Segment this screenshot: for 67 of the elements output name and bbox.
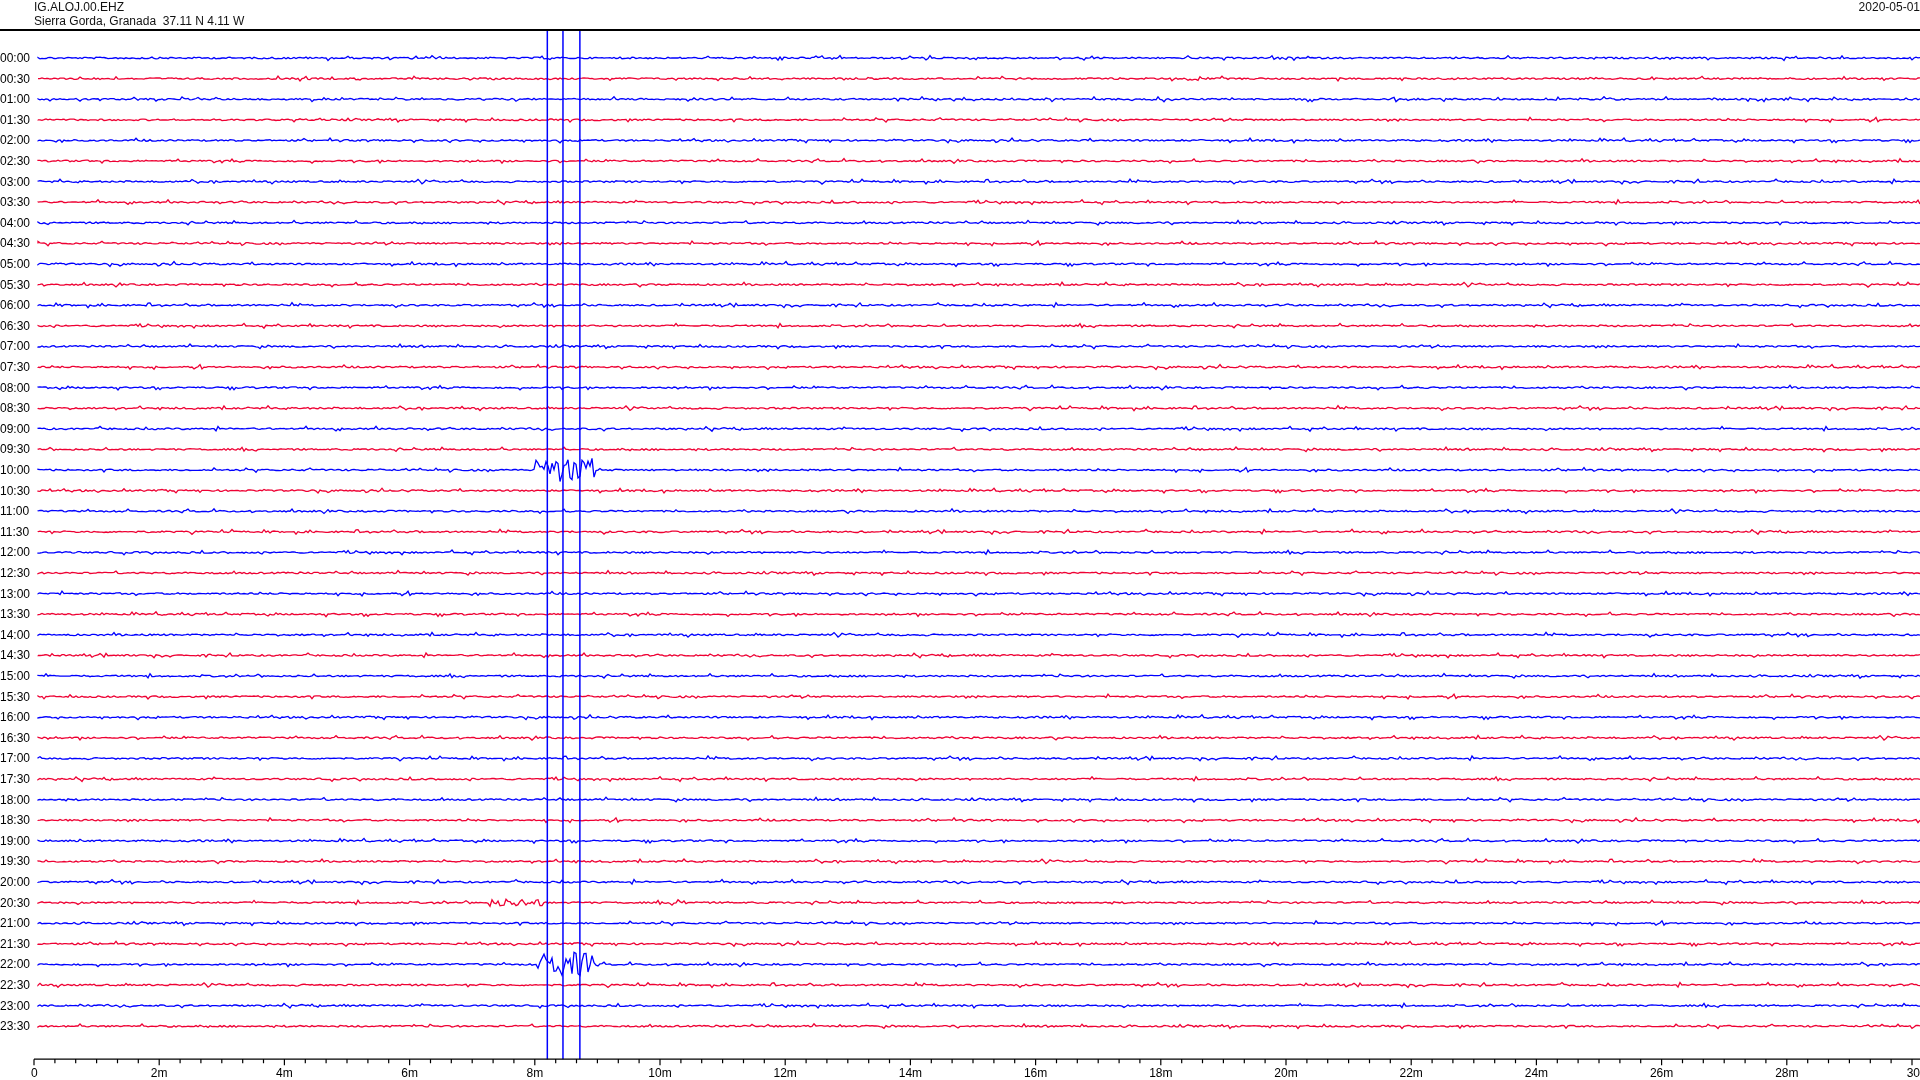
time-label: 11:30 [0,524,30,539]
time-label: 19:30 [0,854,31,869]
time-label: 21:30 [0,936,31,951]
axis-tick-label: 18m [1149,1066,1173,1078]
time-label: 13:00 [0,586,31,601]
time-label: 14:00 [0,627,31,642]
axis-tick-label: 16m [1023,1066,1048,1078]
time-label: 23:00 [0,998,31,1013]
axis-tick-label: 10m [648,1066,672,1078]
time-label: 02:00 [0,133,31,148]
time-label: 06:00 [0,298,31,313]
station-location: Sierra Gorda, Granada 37.11 N 4.11 W [34,14,245,28]
time-label: 02:30 [0,154,31,168]
time-label: 10:30 [0,483,31,498]
time-label: 04:30 [0,236,31,251]
time-label: 13:30 [0,607,31,622]
time-label: 17:00 [0,751,31,766]
axis-tick-label: 8m [526,1066,544,1078]
time-label: 01:30 [0,112,31,127]
axis-tick-label: 22m [1399,1066,1423,1078]
time-label: 05:30 [0,277,31,292]
time-label: 00:30 [0,71,31,86]
time-label: 16:30 [0,730,31,745]
time-label: 07:30 [0,360,31,374]
time-label: 20:00 [0,875,31,889]
axis-tick-label: 12m [773,1066,797,1078]
time-label: 05:00 [0,257,31,271]
time-label: 00:00 [0,51,31,65]
time-label: 03:30 [0,195,31,210]
time-label: 08:30 [0,401,31,416]
time-label: 08:00 [0,380,31,395]
time-label: 22:00 [0,957,31,972]
time-label: 11:00 [0,504,30,519]
axis-tick-label: 6m [401,1066,418,1078]
channel-code: IG.ALOJ.00.EHZ [34,0,126,14]
time-label: 01:00 [0,92,31,107]
time-label: 16:00 [0,710,31,725]
time-label: 15:00 [0,669,31,683]
axis-tick-label: 0 [31,1066,38,1078]
time-label: 10:00 [0,463,31,477]
time-label: 21:00 [0,916,31,931]
axis-tick-label: 20m [1274,1066,1298,1078]
axis-tick-label: 30 [1906,1066,1920,1078]
time-label: 09:00 [0,421,31,436]
axis-tick-label: 2m [150,1066,168,1078]
axis-tick-label: 14m [898,1066,923,1078]
time-label: 03:00 [0,174,31,189]
time-label: 18:30 [0,813,31,828]
time-label: 17:30 [0,772,31,786]
time-label: 22:30 [0,978,31,992]
time-label: 09:30 [0,442,31,457]
time-label: 14:30 [0,648,31,663]
axis-tick-label: 24m [1524,1066,1549,1078]
axis-tick-label: 26m [1649,1066,1674,1078]
time-label: 07:00 [0,339,31,354]
time-label: 19:00 [0,833,31,848]
time-label: 15:30 [0,689,31,704]
time-label: 06:30 [0,318,31,333]
time-label: 23:30 [0,1019,31,1034]
plot-date: 2020-05-01 [1858,0,1920,16]
time-label: 12:00 [0,545,31,560]
time-label: 18:00 [0,792,31,807]
axis-tick-label: 4m [276,1066,293,1078]
time-label: 12:30 [0,566,31,580]
axis-tick-label: 28m [1775,1066,1799,1078]
time-label: 20:30 [0,895,31,910]
time-label: 04:00 [0,215,31,230]
